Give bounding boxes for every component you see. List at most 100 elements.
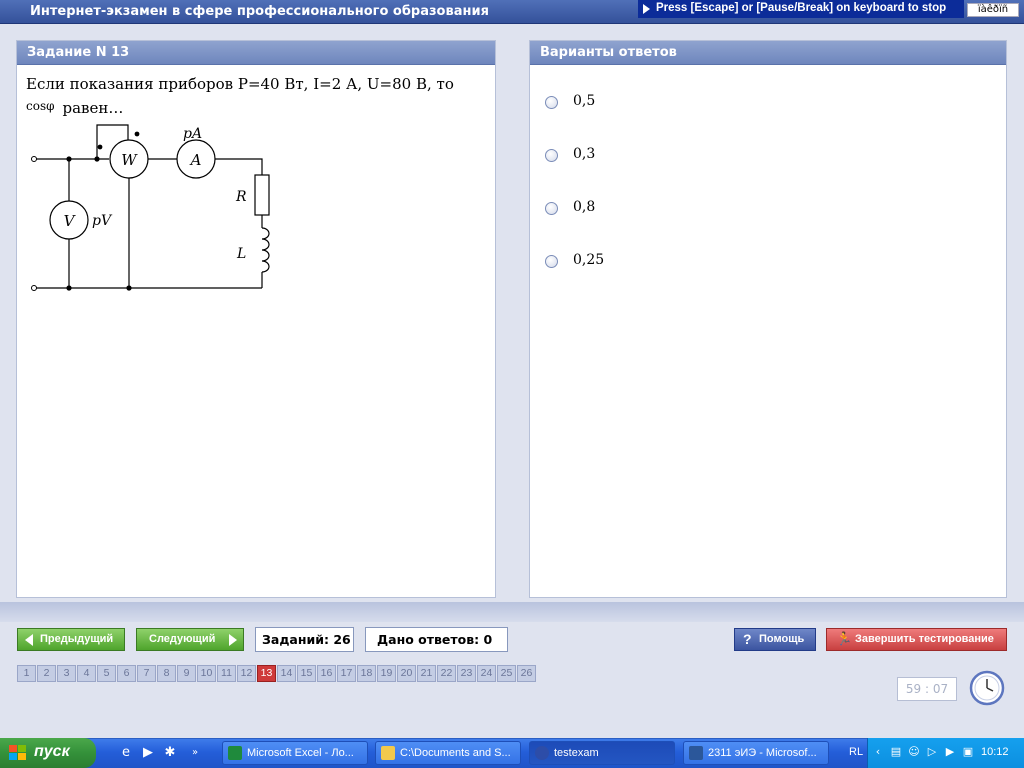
taskbar-item-excel[interactable]: Microsoft Excel - Ло... [222,741,368,765]
arrow-right-icon [229,634,237,646]
task-panel: Задание N 13 Если показания приборов P=4… [16,40,496,598]
inductor-label: L [236,246,246,262]
testexam-icon [535,746,549,760]
clock-icon [969,670,1005,706]
next-button[interactable]: Следующий [136,628,244,651]
play-icon[interactable]: ▷ [925,745,939,759]
task-number-20[interactable]: 20 [397,665,416,682]
task-number-23[interactable]: 23 [457,665,476,682]
task-number-11[interactable]: 11 [217,665,236,682]
wattmeter-symbol: W [109,139,149,179]
quick-launch-more-icon[interactable]: » [186,744,204,762]
answer-radio[interactable] [545,202,558,215]
task-number-2[interactable]: 2 [37,665,56,682]
answer-label: 0,3 [573,146,596,162]
answers-given-count: Дано ответов: 0 [365,627,508,652]
inductor-symbol [261,227,270,273]
answer-radio[interactable] [545,149,558,162]
ammeter-label: A [189,151,202,169]
task-number-10[interactable]: 10 [197,665,216,682]
task-number-17[interactable]: 17 [337,665,356,682]
tray-clock: 10:12 [981,746,1009,758]
task-number-19[interactable]: 19 [377,665,396,682]
keyboard-layout-box: ïàêðïñ [967,3,1019,17]
circuit-diagram: W A pA V pV R L [31,124,270,291]
answer-radio[interactable] [545,255,558,268]
tray-collapse-icon[interactable]: ‹ [871,745,885,759]
finish-test-button[interactable]: 🏃 Завершить тестирование [826,628,1007,651]
printer-icon[interactable]: ▤ [889,745,903,759]
resistor-label: R [235,189,247,205]
panel-divider [0,602,1024,622]
answers-panel: Варианты ответов 0,5 0,3 0,8 0,25 [529,40,1007,598]
next-label: Следующий [149,633,216,645]
escape-hint-text: Press [Escape] or [Pause/Break] on keybo… [656,2,947,14]
task-number-25[interactable]: 25 [497,665,516,682]
task-number-8[interactable]: 8 [157,665,176,682]
media-icon[interactable]: ▶ [943,745,957,759]
resistor-symbol [254,174,270,216]
running-man-icon: 🏃 [836,631,853,646]
cos-phi-symbol: cosφ [26,99,55,113]
answer-label: 0,25 [573,252,605,268]
question-line-1: Если показания приборов P=40 Вт, I=2 А, … [26,75,454,93]
task-number-5[interactable]: 5 [97,665,116,682]
taskbar-item-label: Microsoft Excel - Ло... [247,747,354,759]
help-button[interactable]: ? Помощь [734,628,816,651]
wattmeter-label: W [121,151,138,169]
excel-icon [228,746,242,760]
finish-label: Завершить тестирование [855,633,994,645]
start-label: пуск [34,743,70,760]
windows-logo-icon [9,745,26,760]
task-heading: Задание N 13 [17,41,495,65]
task-number-1[interactable]: 1 [17,665,36,682]
ammeter-symbol: A [176,139,216,179]
taskbar-item-label: C:\Documents and S... [400,747,511,759]
task-number-21[interactable]: 21 [417,665,436,682]
taskbar-item-testexam[interactable]: testexam [529,741,675,765]
task-number-16[interactable]: 16 [317,665,336,682]
question-line-2: равен… [62,99,124,117]
start-button[interactable]: пуск [0,738,96,768]
task-number-26[interactable]: 26 [517,665,536,682]
previous-button[interactable]: Предыдущий [17,628,125,651]
language-indicator[interactable]: RL [849,746,863,758]
voltmeter-symbol: V [49,200,89,240]
voltmeter-name: pV [92,213,113,229]
taskbar-item-label: 2311 эИЭ - Microsof... [708,747,817,759]
taskbar-item-word[interactable]: 2311 эИЭ - Microsof... [683,741,829,765]
task-number-22[interactable]: 22 [437,665,456,682]
word-icon [689,746,703,760]
answer-label: 0,5 [573,93,596,109]
task-number-grid: 1 2 3 4 5 6 7 8 9 10 11 12 13 14 15 16 17 18 19 20 21 22 23 24 2… [17,665,537,683]
play-arrow-icon [643,4,650,14]
program-icon[interactable]: ✱ [161,744,179,762]
ammeter-name: pA [183,126,202,142]
app-title: Интернет-экзамен в сфере профессионально… [30,4,489,19]
internet-explorer-icon[interactable]: e [117,744,135,762]
tasks-count: Заданий: 26 [255,627,354,652]
task-number-14[interactable]: 14 [277,665,296,682]
folder-icon [381,746,395,760]
help-icon: ? [743,631,752,647]
help-label: Помощь [759,633,805,645]
answers-heading: Варианты ответов [530,41,1006,65]
arrow-left-icon [25,634,33,646]
network-icon[interactable]: ▣ [961,745,975,759]
timer: 59 : 07 [897,677,957,701]
taskbar-item-label: testexam [554,747,599,759]
task-number-4[interactable]: 4 [77,665,96,682]
task-number-15[interactable]: 15 [297,665,316,682]
task-number-13[interactable]: 13 [257,665,276,682]
task-number-12[interactable]: 12 [237,665,256,682]
task-number-7[interactable]: 7 [137,665,156,682]
answer-radio[interactable] [545,96,558,109]
task-number-24[interactable]: 24 [477,665,496,682]
smiley-icon[interactable]: ☺ [907,745,921,759]
media-player-icon[interactable]: ▶ [139,744,157,762]
task-number-9[interactable]: 9 [177,665,196,682]
task-number-6[interactable]: 6 [117,665,136,682]
task-number-18[interactable]: 18 [357,665,376,682]
task-number-3[interactable]: 3 [57,665,76,682]
taskbar-item-folder[interactable]: C:\Documents and S... [375,741,521,765]
